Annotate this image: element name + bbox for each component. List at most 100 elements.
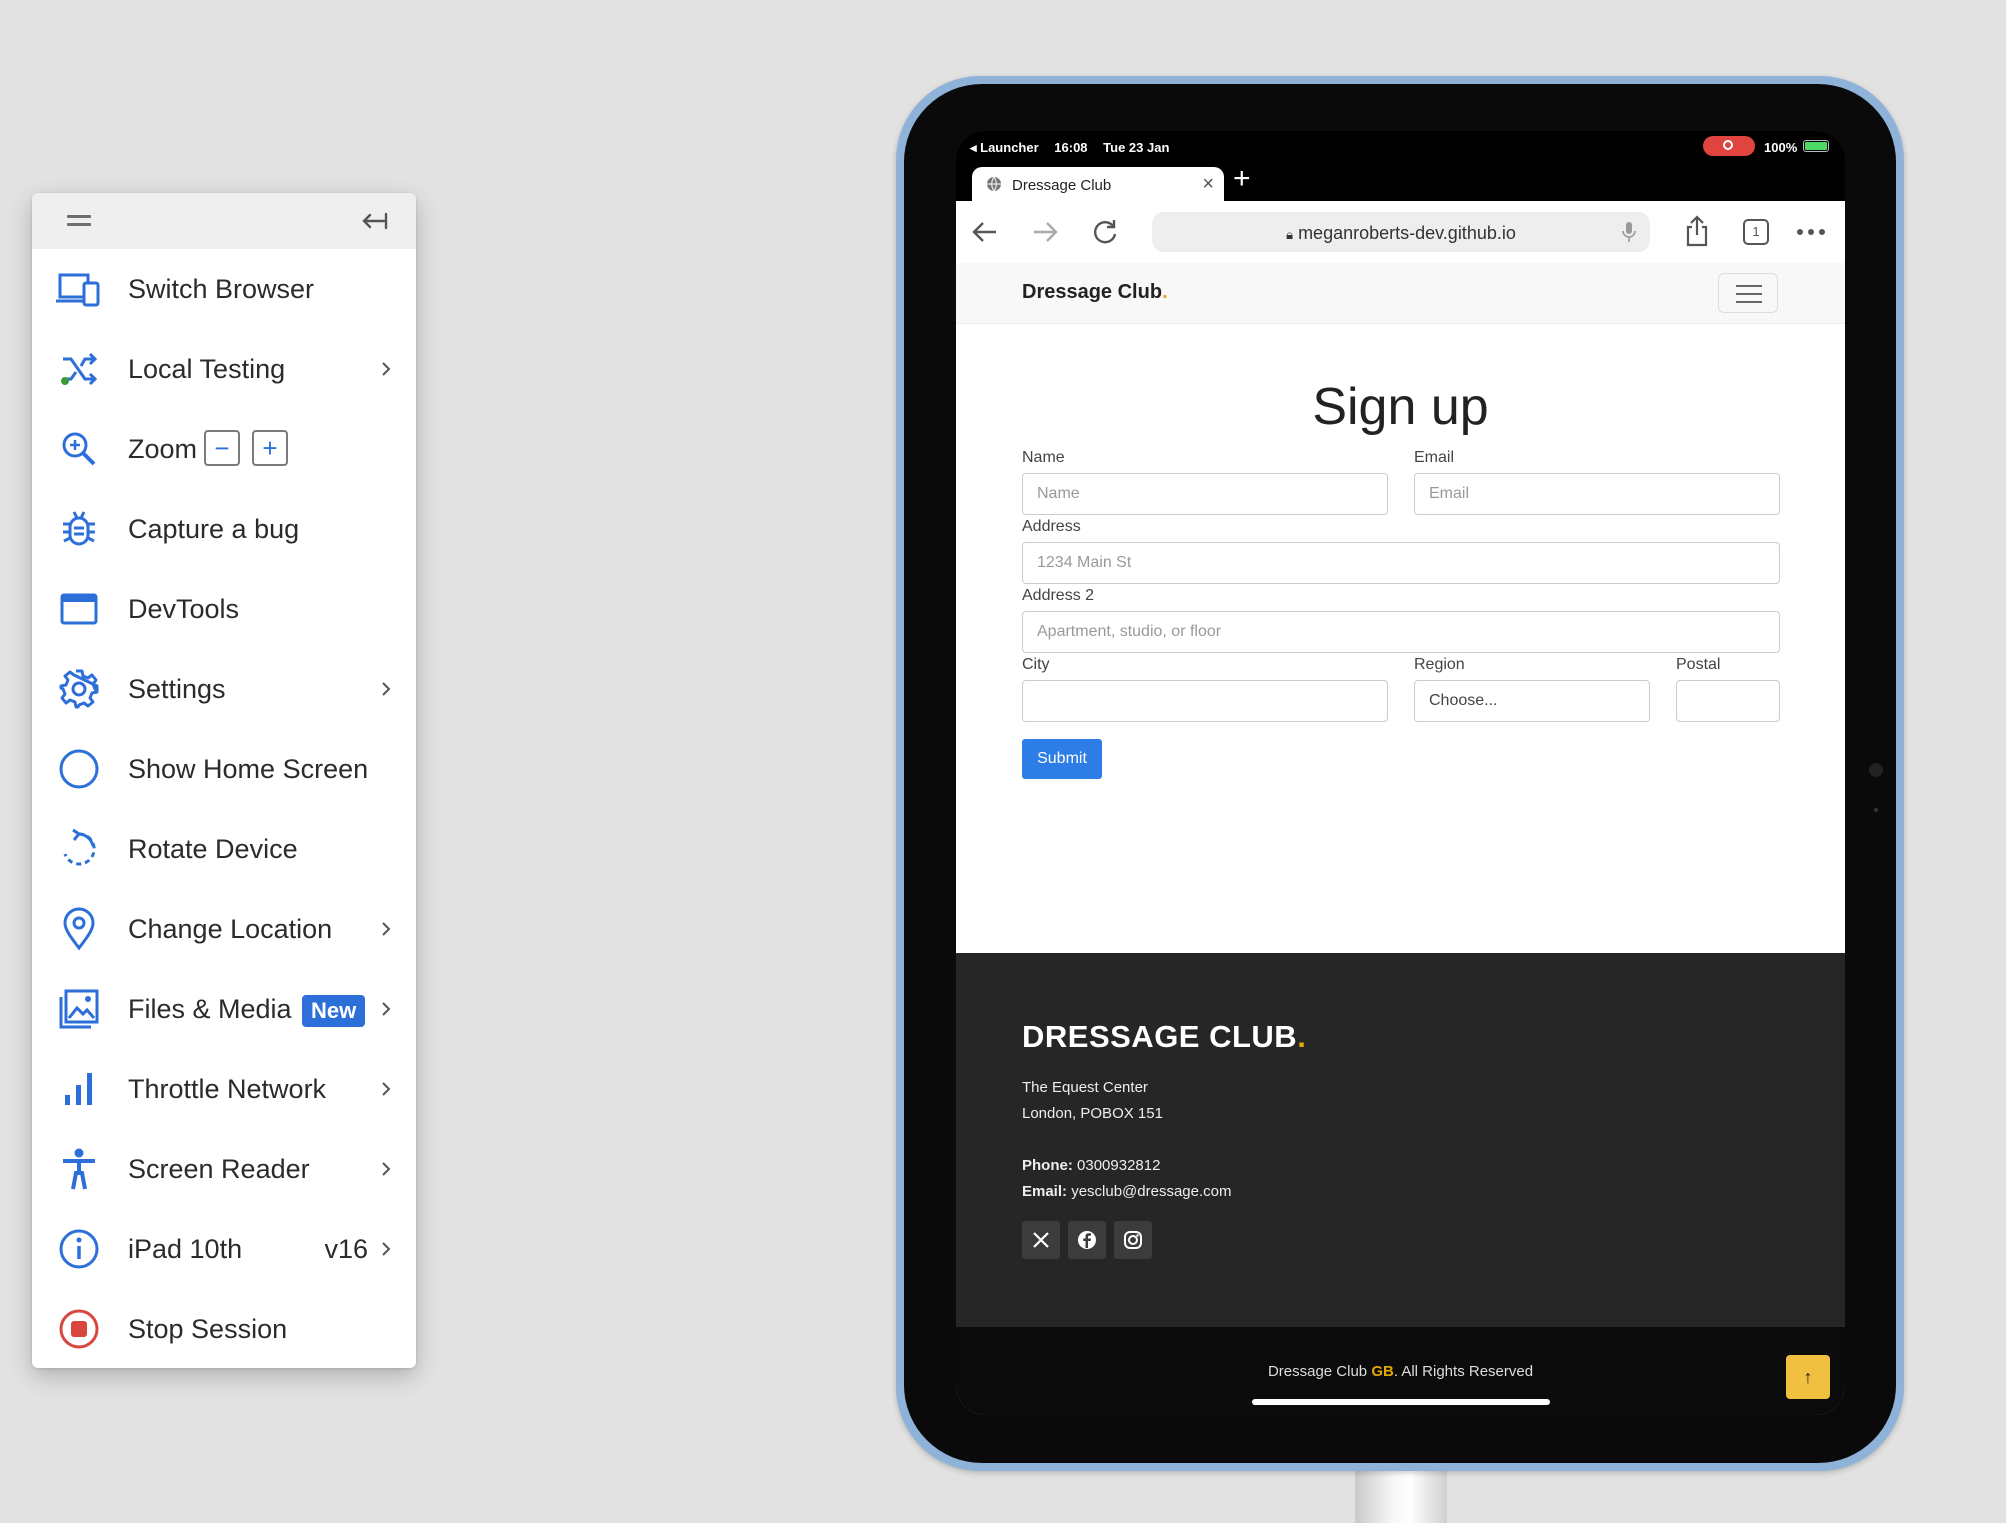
- signal-bars-icon: [56, 1066, 102, 1112]
- arrow-up-icon: ↑: [1803, 1366, 1813, 1387]
- site-brand[interactable]: Dressage Club.: [1022, 281, 1168, 304]
- home-indicator[interactable]: [1252, 1399, 1550, 1405]
- devtools-item[interactable]: DevTools: [32, 569, 416, 649]
- submit-button[interactable]: Submit: [1022, 739, 1102, 779]
- url-text: meganroberts-dev.github.io: [1298, 223, 1516, 243]
- lock-icon: 🔒︎: [1286, 227, 1294, 242]
- microphone-icon[interactable]: [1622, 221, 1636, 243]
- image-icon: [56, 986, 102, 1032]
- os-version: v16: [324, 1233, 368, 1264]
- home-circle-icon: [56, 746, 102, 792]
- footer-address-line1: The Equest Center: [1022, 1079, 1148, 1096]
- local-testing-item[interactable]: Local Testing: [32, 329, 416, 409]
- browser-tab[interactable]: Dressage Club ×: [972, 167, 1224, 201]
- accessibility-icon: [56, 1146, 102, 1192]
- switch-browser-icon: [56, 266, 102, 312]
- zoom-out-button[interactable]: −: [204, 430, 240, 466]
- settings-item[interactable]: Settings: [32, 649, 416, 729]
- change-location-item[interactable]: Change Location: [32, 889, 416, 969]
- postal-input[interactable]: [1676, 680, 1780, 722]
- toolbar-header: [32, 193, 416, 249]
- capture-bug-item[interactable]: Capture a bug: [32, 489, 416, 569]
- address-label: Address: [1022, 518, 1081, 535]
- change-location-label: Change Location: [128, 913, 333, 944]
- site-footer: DRESSAGE CLUB. The Equest Center London,…: [956, 953, 1845, 1415]
- chevron-right-icon: [382, 922, 391, 936]
- share-icon[interactable]: [1682, 215, 1712, 247]
- tab-count-button[interactable]: 1: [1743, 219, 1769, 245]
- globe-icon: [987, 176, 1001, 192]
- site-navbar: Dressage Club.: [956, 263, 1845, 324]
- screen-reader-item[interactable]: Screen Reader: [32, 1129, 416, 1209]
- chevron-right-icon: [382, 362, 391, 376]
- device-screen[interactable]: ◂ Launcher 16:08 Tue 23 Jan 100% Dressag…: [956, 131, 1845, 1415]
- browser-tab-bar: Dressage Club × +: [956, 161, 1845, 201]
- capture-bug-label: Capture a bug: [128, 513, 300, 544]
- more-icon[interactable]: [1796, 227, 1826, 237]
- tab-title: Dressage Club: [1012, 177, 1112, 194]
- status-bar: ◂ Launcher 16:08 Tue 23 Jan 100%: [956, 131, 1845, 161]
- zoom-icon: [56, 426, 102, 472]
- session-toolbar: Switch Browser Local Testing Zoom − + Ca…: [32, 193, 416, 1368]
- rotate-device-item[interactable]: Rotate Device: [32, 809, 416, 889]
- device-info-item[interactable]: iPad 10th v16: [32, 1209, 416, 1289]
- address-bar[interactable]: 🔒︎ meganroberts-dev.github.io: [1152, 212, 1650, 252]
- gear-icon: [56, 666, 102, 712]
- throttle-network-item[interactable]: Throttle Network: [32, 1049, 416, 1129]
- region-select[interactable]: Choose...: [1414, 680, 1650, 722]
- chevron-right-icon: [382, 1242, 391, 1256]
- show-home-screen-label: Show Home Screen: [128, 753, 369, 784]
- instagram-icon[interactable]: [1114, 1221, 1152, 1259]
- battery-icon: [1803, 140, 1829, 152]
- screen-reader-label: Screen Reader: [128, 1153, 310, 1184]
- device-name-label: iPad 10th: [128, 1233, 243, 1264]
- footer-brand: DRESSAGE CLUB.: [1022, 1019, 1307, 1054]
- menu-toggle-button[interactable]: [1718, 273, 1778, 313]
- city-input[interactable]: [1022, 680, 1388, 722]
- email-input[interactable]: Email: [1414, 473, 1780, 515]
- local-testing-icon: [56, 346, 102, 392]
- files-media-label: Files & Media: [128, 993, 292, 1024]
- location-pin-icon: [56, 906, 102, 952]
- new-tab-button[interactable]: +: [1233, 164, 1251, 194]
- stop-session-item[interactable]: Stop Session: [32, 1289, 416, 1368]
- address-input[interactable]: 1234 Main St: [1022, 542, 1780, 584]
- throttle-network-label: Throttle Network: [128, 1073, 327, 1104]
- stop-icon: [56, 1306, 102, 1352]
- chevron-right-icon: [382, 1162, 391, 1176]
- reload-icon[interactable]: [1090, 219, 1120, 245]
- camera-icon: [1869, 763, 1883, 777]
- city-label: City: [1022, 656, 1050, 673]
- email-label: Email: [1414, 449, 1455, 466]
- close-tab-icon[interactable]: ×: [1202, 173, 1214, 196]
- info-icon: [56, 1226, 102, 1272]
- rotate-device-label: Rotate Device: [128, 833, 298, 864]
- chevron-right-icon: [382, 1082, 391, 1096]
- settings-label: Settings: [128, 673, 226, 704]
- footer-email: Email: yesclub@dressage.com: [1022, 1183, 1232, 1200]
- drag-handle-icon[interactable]: [67, 215, 91, 227]
- new-badge: New: [302, 995, 366, 1027]
- footer-address-line2: London, POBOX 151: [1022, 1105, 1163, 1122]
- switch-browser-label: Switch Browser: [128, 273, 315, 304]
- x-twitter-icon[interactable]: [1022, 1221, 1060, 1259]
- recording-indicator-icon: [1703, 136, 1755, 156]
- switch-browser-item[interactable]: Switch Browser: [32, 249, 416, 329]
- files-media-item[interactable]: Files & Media New: [32, 969, 416, 1049]
- browser-toolbar: 🔒︎ meganroberts-dev.github.io 1: [956, 201, 1845, 263]
- zoom-label: Zoom: [128, 433, 198, 464]
- back-to-top-button[interactable]: ↑: [1786, 1355, 1830, 1399]
- facebook-icon[interactable]: [1068, 1221, 1106, 1259]
- zoom-in-button[interactable]: +: [252, 430, 288, 466]
- show-home-screen-item[interactable]: Show Home Screen: [32, 729, 416, 809]
- name-input[interactable]: Name: [1022, 473, 1388, 515]
- chevron-right-icon: [382, 682, 391, 696]
- back-icon[interactable]: [970, 219, 1000, 245]
- collapse-icon[interactable]: [360, 209, 388, 233]
- forward-icon[interactable]: [1030, 219, 1060, 245]
- address2-input[interactable]: Apartment, studio, or floor: [1022, 611, 1780, 653]
- back-to-app[interactable]: ◂ Launcher: [970, 140, 1039, 155]
- battery-percent: 100%: [1764, 140, 1798, 155]
- status-time: 16:08: [1054, 140, 1088, 155]
- sensor-dot: [1874, 808, 1878, 812]
